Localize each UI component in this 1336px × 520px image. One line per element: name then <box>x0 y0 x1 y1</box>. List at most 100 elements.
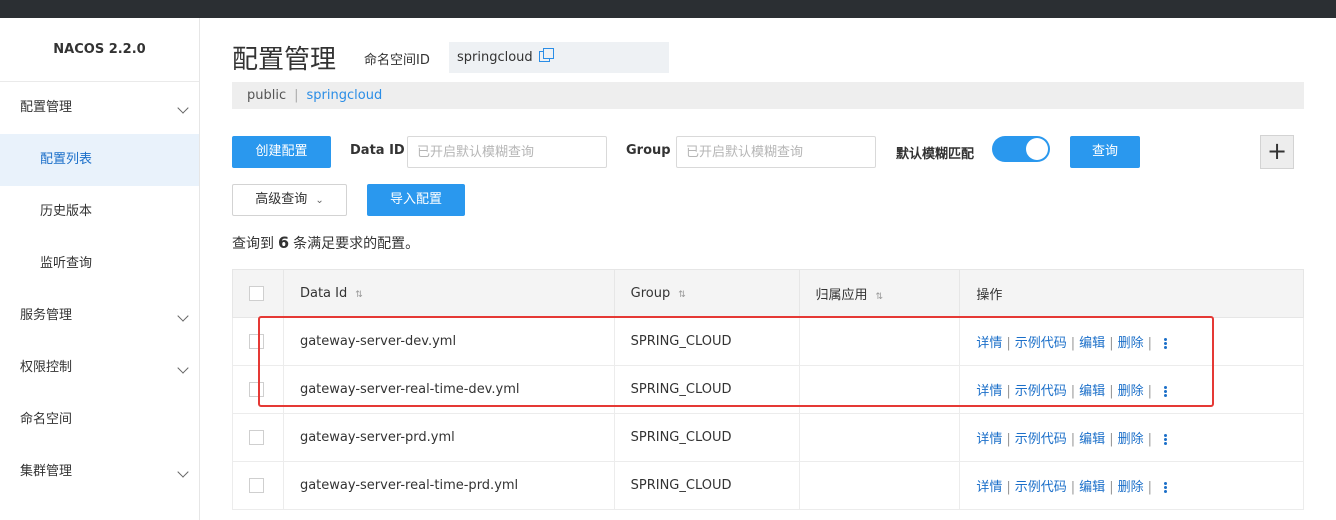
table-row: gateway-server-real-time-dev.yml SPRING_C… <box>232 365 1304 414</box>
app-logo: NACOS 2.2.0 <box>0 18 199 82</box>
cell-group: SPRING_CLOUD <box>613 365 800 414</box>
ops-separator: | <box>1147 480 1152 495</box>
sample-code-link[interactable]: 示例代码 <box>1015 384 1067 399</box>
delete-link[interactable]: 删除 <box>1118 336 1144 351</box>
namespace-id-label: 命名空间ID <box>364 53 430 68</box>
sidebar-item-label: 配置管理 <box>20 100 73 115</box>
cell-group: SPRING_CLOUD <box>613 317 800 366</box>
row-checkbox[interactable] <box>249 478 264 493</box>
cell-ops: 详情 | 示例代码 | 编辑 | 删除 | <box>959 365 1304 414</box>
sample-code-link[interactable]: 示例代码 <box>1015 432 1067 447</box>
sidebar-item-service-management[interactable]: 服务管理 <box>0 290 199 342</box>
namespace-public[interactable]: public <box>247 88 286 103</box>
dataid-input[interactable] <box>407 136 607 168</box>
ops-separator: | <box>1109 432 1114 447</box>
edit-link[interactable]: 编辑 <box>1079 336 1105 351</box>
add-icon[interactable]: + <box>1260 135 1294 169</box>
sidebar-item-label: 命名空间 <box>20 412 73 427</box>
import-config-button[interactable]: 导入配置 <box>367 184 465 216</box>
namespace-id-text: springcloud <box>457 50 533 65</box>
ops-separator: | <box>1109 480 1114 495</box>
cell-group: SPRING_CLOUD <box>613 461 800 510</box>
fuzzy-match-toggle[interactable] <box>992 136 1050 162</box>
copy-icon[interactable] <box>538 48 554 62</box>
more-icon[interactable] <box>1163 385 1168 398</box>
cell-ops: 详情 | 示例代码 | 编辑 | 删除 | <box>959 461 1304 510</box>
chevron-down-icon <box>177 310 189 322</box>
dataid-label: Data ID <box>350 143 405 158</box>
select-all-cell <box>232 269 284 318</box>
row-select-cell <box>232 461 284 510</box>
result-count: 6 <box>278 233 290 252</box>
advanced-query-button[interactable]: 高级查询 ⌄ <box>232 184 347 216</box>
table-row: gateway-server-prd.yml SPRING_CLOUD 详情 | 示例代… <box>232 413 1304 462</box>
table-header-row: Data Id ⇅ Group ⇅ 归属应用 ⇅ 操作 <box>232 269 1304 318</box>
cell-dataid: gateway-server-prd.yml <box>282 413 615 462</box>
header-dataid[interactable]: Data Id ⇅ <box>282 269 615 318</box>
sort-icon[interactable]: ⇅ <box>355 290 363 300</box>
namespace-id-value: springcloud <box>449 42 669 73</box>
header-group-label: Group <box>630 286 671 301</box>
ops-separator: | <box>1006 432 1011 447</box>
fuzzy-match-label: 默认模糊匹配 <box>896 147 975 162</box>
chevron-down-icon: ⌄ <box>315 195 324 206</box>
cell-group: SPRING_CLOUD <box>613 413 800 462</box>
more-icon[interactable] <box>1163 337 1168 350</box>
sort-icon[interactable]: ⇅ <box>678 290 686 300</box>
result-summary: 查询到 6 条满足要求的配置。 <box>232 233 419 253</box>
sidebar-item-config-management[interactable]: 配置管理 <box>0 82 199 134</box>
header-ops: 操作 <box>959 269 1304 318</box>
config-table: Data Id ⇅ Group ⇅ 归属应用 ⇅ 操作 gateway-server-… <box>232 269 1304 510</box>
sidebar-item-history[interactable]: 历史版本 <box>0 186 199 238</box>
more-icon[interactable] <box>1163 481 1168 494</box>
select-all-checkbox[interactable] <box>249 286 264 301</box>
detail-link[interactable]: 详情 <box>976 384 1002 399</box>
namespace-separator: | <box>294 88 299 103</box>
namespace-current[interactable]: springcloud <box>307 88 383 103</box>
row-checkbox[interactable] <box>249 334 264 349</box>
cell-dataid: gateway-server-real-time-dev.yml <box>282 365 615 414</box>
cell-app <box>798 461 961 510</box>
more-icon[interactable] <box>1163 433 1168 446</box>
cell-app <box>798 413 961 462</box>
header-app[interactable]: 归属应用 ⇅ <box>798 269 961 318</box>
sidebar-item-label: 服务管理 <box>20 308 73 323</box>
row-checkbox[interactable] <box>249 430 264 445</box>
row-checkbox[interactable] <box>249 382 264 397</box>
delete-link[interactable]: 删除 <box>1118 384 1144 399</box>
header-dataid-label: Data Id <box>299 286 348 301</box>
create-config-button[interactable]: 创建配置 <box>232 136 331 168</box>
sidebar-item-listener-query[interactable]: 监听查询 <box>0 238 199 290</box>
sidebar-item-config-list[interactable]: 配置列表 <box>0 134 199 186</box>
sidebar-item-namespace[interactable]: 命名空间 <box>0 394 199 446</box>
ops-separator: | <box>1147 432 1152 447</box>
ops-separator: | <box>1006 480 1011 495</box>
detail-link[interactable]: 详情 <box>976 432 1002 447</box>
header-group[interactable]: Group ⇅ <box>613 269 800 318</box>
sample-code-link[interactable]: 示例代码 <box>1015 336 1067 351</box>
edit-link[interactable]: 编辑 <box>1079 384 1105 399</box>
ops-separator: | <box>1109 336 1114 351</box>
namespace-bar: public | springcloud <box>232 82 1304 109</box>
chevron-down-icon <box>177 362 189 374</box>
row-select-cell <box>232 365 284 414</box>
sample-code-link[interactable]: 示例代码 <box>1015 480 1067 495</box>
delete-link[interactable]: 删除 <box>1118 480 1144 495</box>
sidebar-item-cluster-management[interactable]: 集群管理 <box>0 446 199 498</box>
group-label: Group <box>626 143 671 158</box>
group-input[interactable] <box>676 136 876 168</box>
edit-link[interactable]: 编辑 <box>1079 432 1105 447</box>
ops-separator: | <box>1070 432 1076 447</box>
delete-link[interactable]: 删除 <box>1118 432 1144 447</box>
header-app-label: 归属应用 <box>815 288 868 303</box>
edit-link[interactable]: 编辑 <box>1079 480 1105 495</box>
query-button[interactable]: 查询 <box>1070 136 1140 168</box>
sort-icon[interactable]: ⇅ <box>876 292 884 302</box>
cell-dataid: gateway-server-dev.yml <box>282 317 615 366</box>
ops-separator: | <box>1109 384 1114 399</box>
detail-link[interactable]: 详情 <box>976 336 1002 351</box>
sidebar-item-access-control[interactable]: 权限控制 <box>0 342 199 394</box>
cell-ops: 详情 | 示例代码 | 编辑 | 删除 | <box>959 413 1304 462</box>
detail-link[interactable]: 详情 <box>976 480 1002 495</box>
ops-separator: | <box>1006 336 1011 351</box>
